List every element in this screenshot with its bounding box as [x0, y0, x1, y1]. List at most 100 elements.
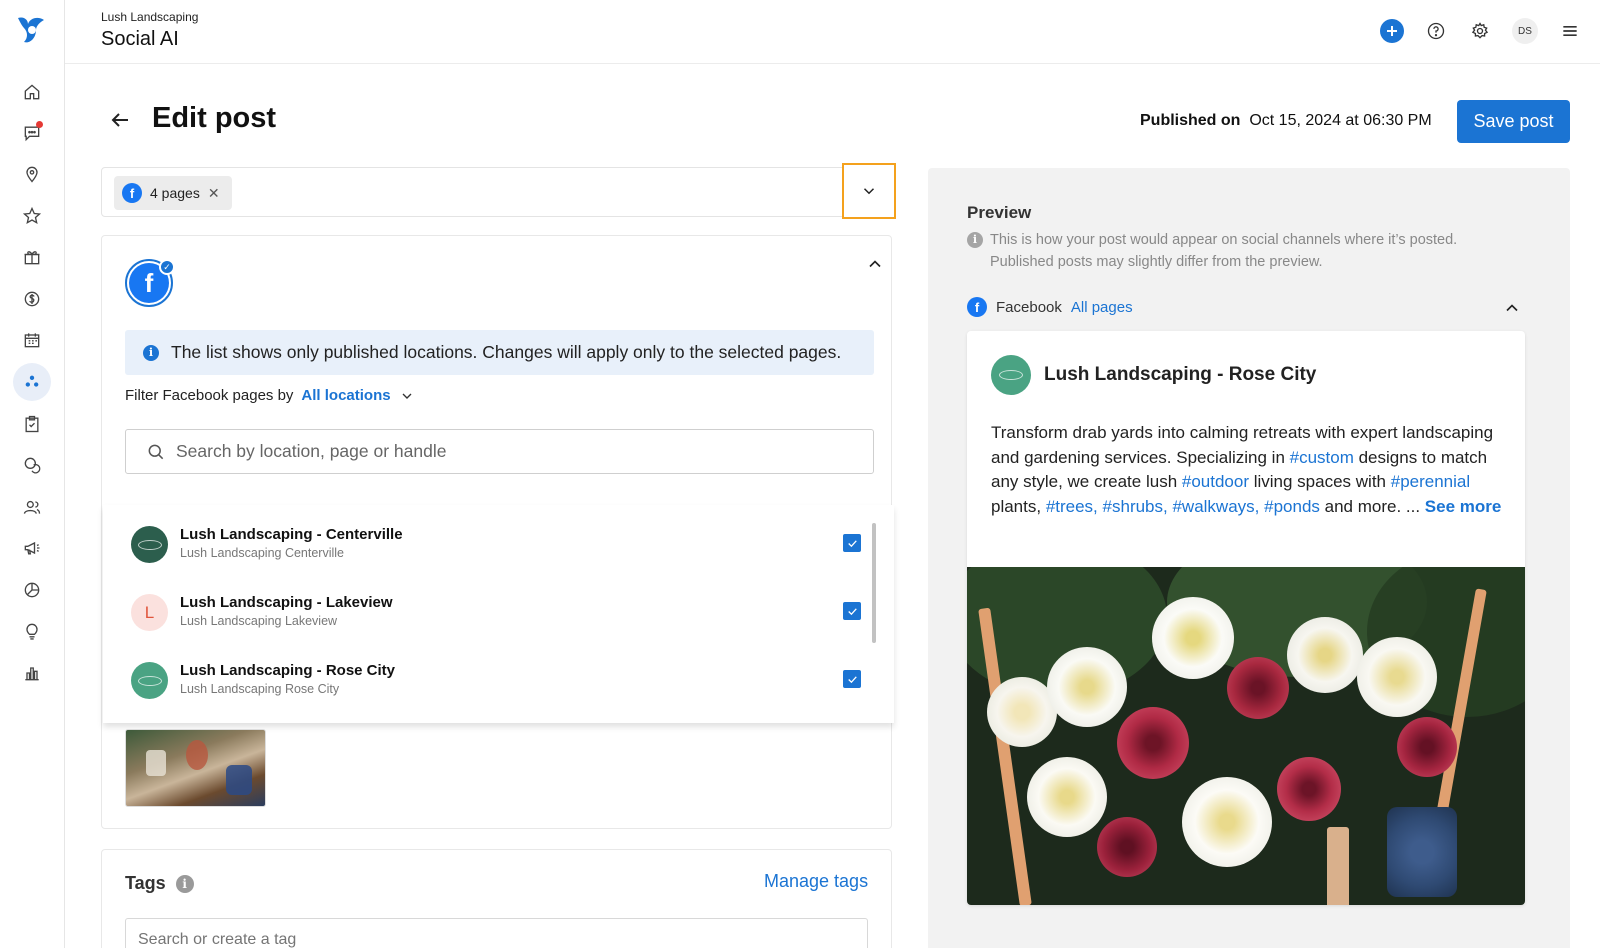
hashtag-link[interactable]: #shrubs,	[1103, 497, 1168, 516]
social-icon[interactable]	[13, 363, 51, 401]
check-icon	[847, 607, 857, 615]
filter-locations-dropdown[interactable]: All locations	[301, 387, 390, 404]
published-info: Published on Oct 15, 2024 at 06:30 PM	[1140, 112, 1432, 130]
info-banner-text: The list shows only published locations.…	[171, 342, 842, 362]
pages-selector[interactable]: f 4 pages ✕	[101, 167, 894, 217]
header-actions: DS	[1380, 18, 1582, 44]
hashtag-link[interactable]: #perennial	[1391, 472, 1470, 491]
facebook-channel-avatar[interactable]: f ✓	[125, 259, 175, 307]
page-title: Edit post	[152, 102, 277, 134]
page-handle: Lush Landscaping Lakeview	[180, 614, 338, 628]
page-checkbox[interactable]	[843, 602, 861, 620]
page-handle: Lush Landscaping Centerville	[180, 546, 344, 560]
page-avatar: L	[131, 594, 168, 631]
page-checkbox[interactable]	[843, 670, 861, 688]
notification-dot	[36, 121, 43, 128]
info-icon: i	[143, 344, 159, 361]
post-image	[967, 567, 1525, 905]
help-icon[interactable]	[1424, 19, 1448, 43]
page-search-field[interactable]	[125, 429, 874, 474]
channel-scope-link[interactable]: All pages	[1071, 299, 1133, 316]
post-text: Transform drab yards into calming retrea…	[991, 421, 1511, 519]
preview-note-line-2: Published posts may slightly differ from…	[990, 254, 1323, 270]
published-label: Published on	[1140, 112, 1241, 129]
bar-chart-icon[interactable]	[18, 659, 46, 687]
page-avatar	[131, 662, 168, 699]
plus-icon[interactable]	[1380, 19, 1404, 43]
preview-title: Preview	[967, 203, 1032, 222]
post-text-segment: and more. ...	[1319, 496, 1425, 516]
clipboard-icon[interactable]	[18, 410, 46, 438]
filter-row: Filter Facebook pages by All locations	[125, 387, 415, 404]
lightbulb-icon[interactable]	[18, 617, 46, 645]
top-header: Lush Landscaping Social AI DS	[65, 0, 1600, 64]
post-media-thumbnail[interactable]	[125, 729, 266, 807]
post-author-avatar	[991, 355, 1031, 395]
tags-heading: Tags i	[125, 873, 194, 894]
save-post-button[interactable]: Save post	[1457, 100, 1570, 143]
pages-dropdown-toggle[interactable]	[842, 163, 896, 219]
post-author-name: Lush Landscaping - Rose City	[1044, 364, 1317, 385]
list-item[interactable]: Lush Landscaping - Centerville Lush Land…	[131, 522, 861, 568]
people-icon[interactable]	[18, 493, 46, 521]
chat-bubbles-icon[interactable]	[18, 451, 46, 479]
check-icon	[847, 539, 857, 547]
see-more-link[interactable]: See more	[1425, 497, 1502, 516]
info-icon[interactable]: i	[175, 874, 194, 893]
gift-icon[interactable]	[18, 243, 46, 271]
chevron-up-icon[interactable]	[1502, 298, 1522, 318]
manage-tags-link[interactable]: Manage tags	[764, 871, 868, 892]
app-logo-icon[interactable]	[14, 12, 50, 48]
product-title: Social AI	[101, 28, 179, 50]
chevron-up-icon[interactable]	[865, 254, 885, 274]
remove-chip-icon[interactable]: ✕	[208, 185, 220, 202]
check-icon	[847, 675, 857, 683]
tag-search-input[interactable]	[125, 918, 868, 948]
page-avatar	[131, 526, 168, 563]
chevron-down-icon	[863, 188, 875, 195]
megaphone-icon[interactable]	[18, 534, 46, 562]
page-name: Lush Landscaping - Centerville	[180, 526, 403, 543]
back-arrow-icon[interactable]	[108, 108, 132, 132]
pie-chart-icon[interactable]	[18, 576, 46, 604]
page-name: Lush Landscaping - Lakeview	[180, 594, 393, 611]
dollar-icon[interactable]	[18, 285, 46, 313]
page-name: Lush Landscaping - Rose City	[180, 662, 396, 679]
gear-icon[interactable]	[1468, 19, 1492, 43]
facebook-icon: f	[967, 297, 987, 317]
hashtag-link[interactable]: #walkways,	[1172, 497, 1259, 516]
facebook-icon: f	[122, 183, 142, 203]
preview-channel-row: f Facebook All pages	[967, 297, 1133, 317]
search-icon	[148, 444, 164, 459]
channel-name: Facebook	[996, 298, 1062, 316]
search-input[interactable]	[176, 441, 856, 462]
location-icon[interactable]	[18, 160, 46, 188]
published-date: Oct 15, 2024 at 06:30 PM	[1249, 112, 1432, 129]
filter-value: All locations	[301, 387, 391, 404]
pages-list: Lush Landscaping - Centerville Lush Land…	[103, 505, 894, 723]
info-banner: i The list shows only published location…	[125, 330, 874, 375]
star-icon[interactable]	[18, 202, 46, 230]
list-item[interactable]: Lush Landscaping - Rose City Lush Landsc…	[131, 658, 861, 704]
calendar-icon[interactable]	[18, 326, 46, 354]
post-text-segment: living spaces with	[1249, 472, 1391, 491]
hashtag-link[interactable]: #trees,	[1046, 497, 1098, 516]
chip-label: 4 pages	[150, 185, 200, 201]
hashtag-link[interactable]: #outdoor	[1182, 472, 1249, 491]
filter-label: Filter Facebook pages by	[125, 387, 294, 404]
hashtag-link[interactable]: #custom	[1290, 448, 1354, 467]
hashtag-link[interactable]: #ponds	[1264, 497, 1320, 516]
menu-icon[interactable]	[1558, 19, 1582, 43]
selected-pages-chip[interactable]: f 4 pages ✕	[114, 176, 232, 210]
home-icon[interactable]	[18, 78, 46, 106]
facebook-post-preview: Lush Landscaping - Rose City Transform d…	[967, 331, 1525, 905]
list-scrollbar[interactable]	[872, 523, 876, 643]
list-item[interactable]: L Lush Landscaping - Lakeview Lush Lands…	[131, 590, 861, 636]
page-handle: Lush Landscaping Rose City	[180, 682, 340, 696]
post-text-segment: plants,	[991, 496, 1046, 516]
user-avatar[interactable]: DS	[1512, 18, 1538, 44]
messages-icon[interactable]	[18, 119, 46, 147]
info-icon: i	[967, 232, 983, 248]
page-checkbox[interactable]	[843, 534, 861, 552]
chevron-down-icon[interactable]	[399, 388, 415, 404]
